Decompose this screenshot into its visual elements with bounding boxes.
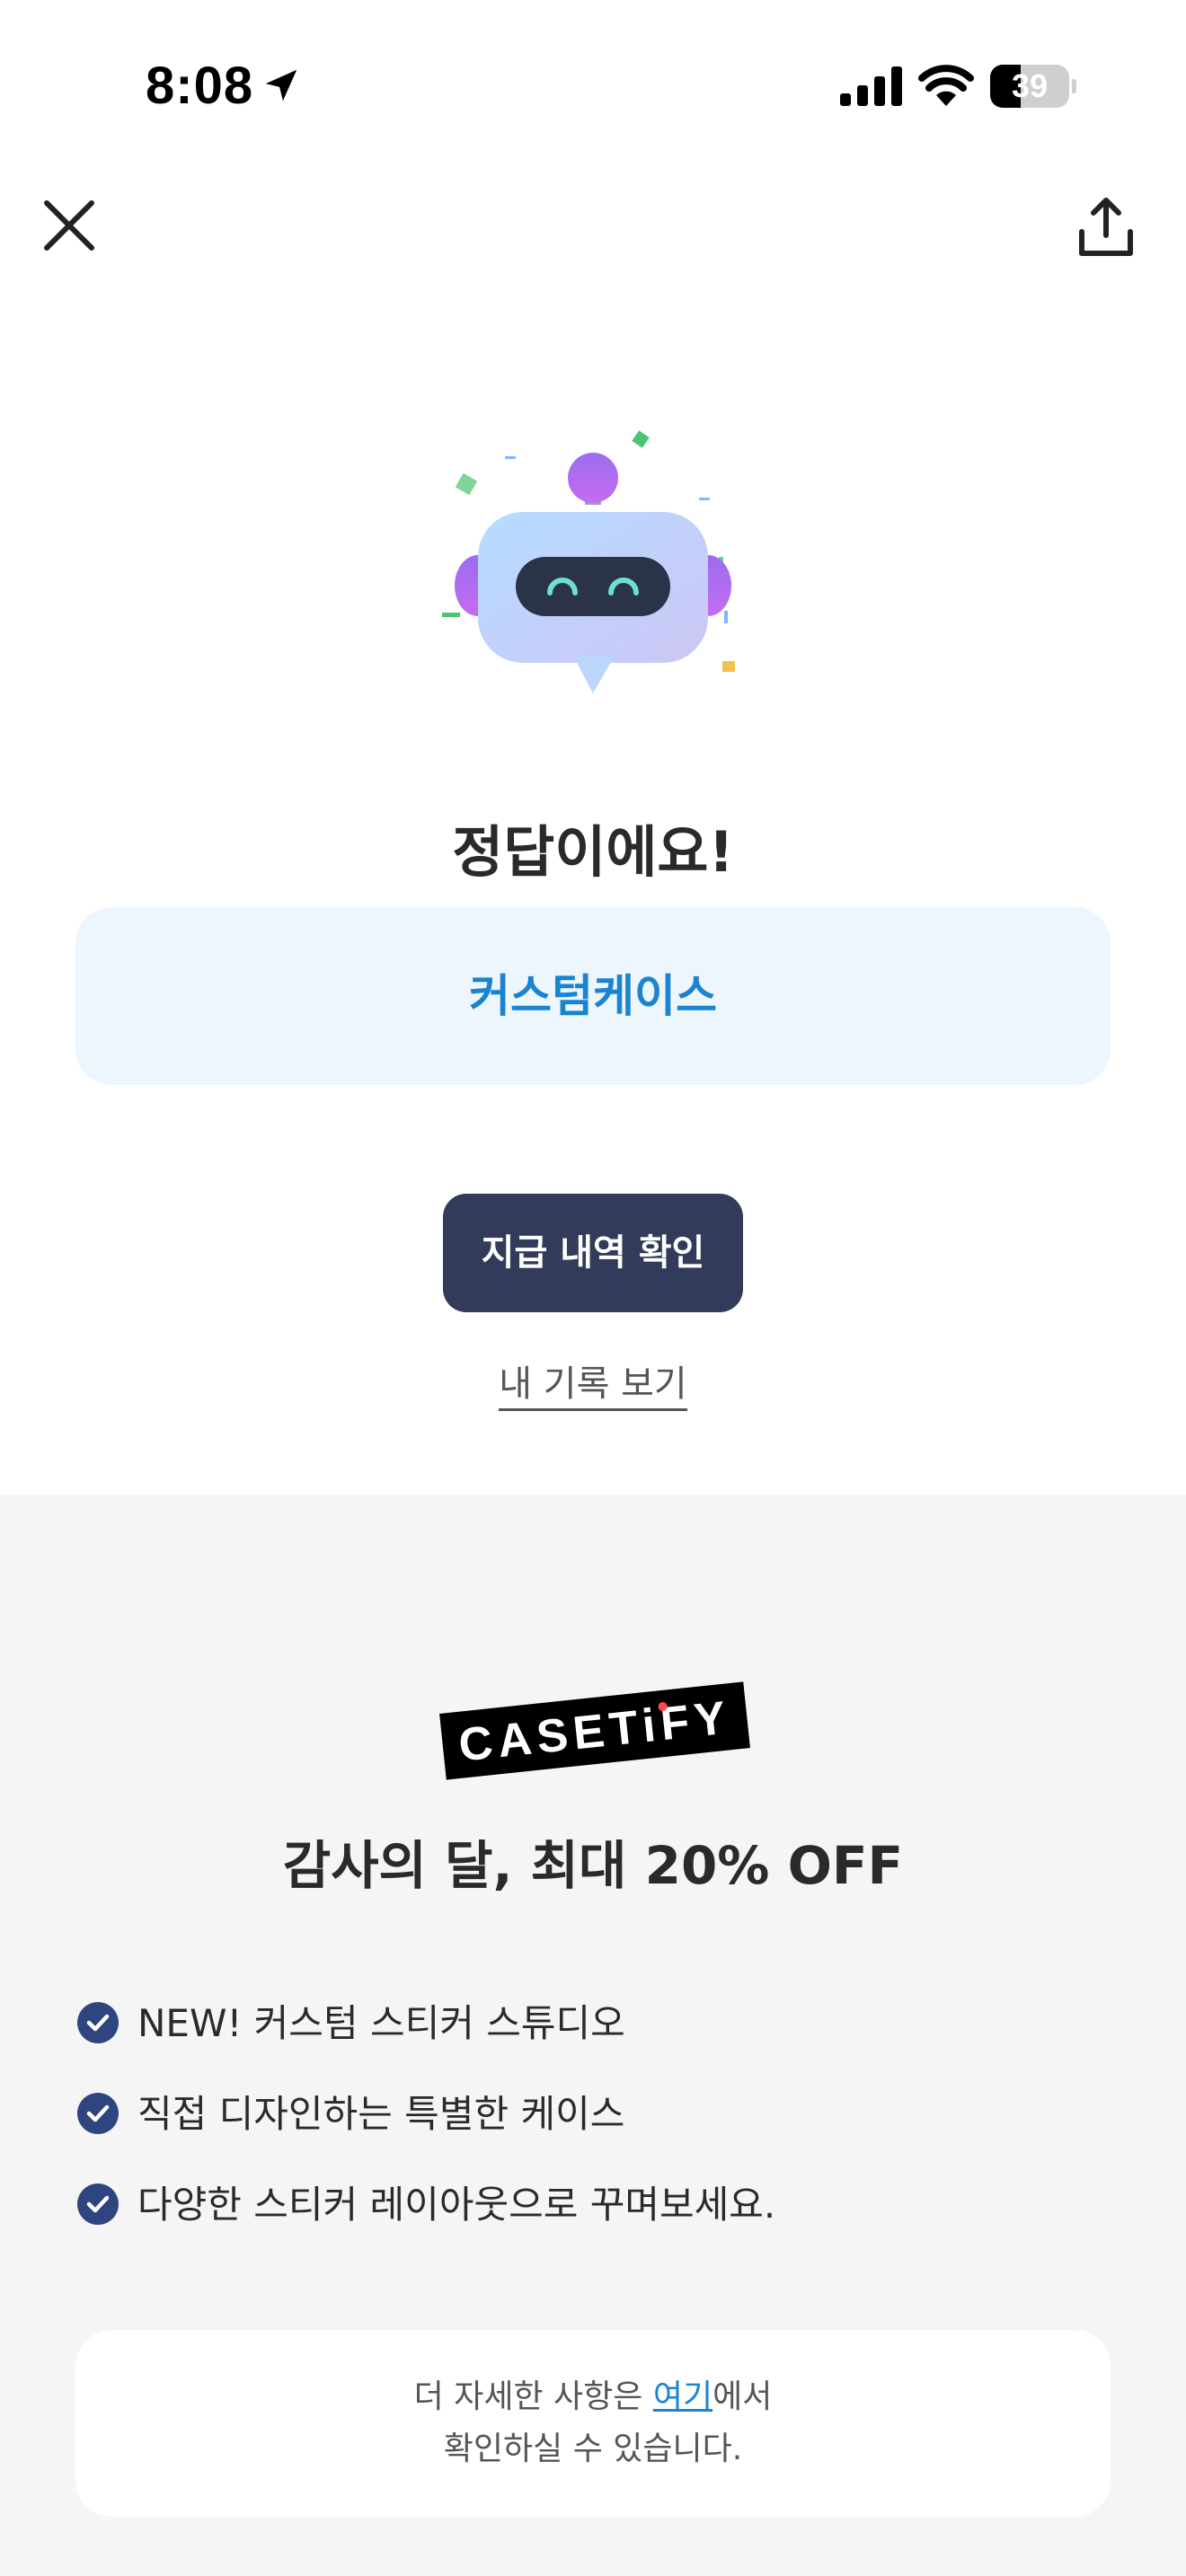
feature-text: 다양한 스티커 레이아웃으로 꾸며보세요. <box>137 2183 776 2227</box>
info-suffix: 에서 <box>712 2378 773 2415</box>
check-circle-icon <box>77 2183 119 2225</box>
check-payment-history-button[interactable]: 지급 내역 확인 <box>443 1194 743 1312</box>
details-link[interactable]: 여기 <box>653 2378 712 2415</box>
status-time: 8:08 <box>146 57 254 115</box>
close-icon[interactable] <box>40 196 99 255</box>
view-my-records-link-wrap: 내 기록 보기 <box>0 1354 1186 1411</box>
cellular-signal-icon <box>840 66 902 106</box>
check-circle-icon <box>77 2002 119 2043</box>
info-card: 더 자세한 사항은 여기에서 확인하실 수 있습니다. <box>75 2330 1111 2517</box>
battery-icon: 39 <box>990 65 1076 108</box>
answer-text: 커스텀케이스 <box>469 970 717 1022</box>
info-line-2: 확인하실 수 있습니다. <box>443 2430 743 2467</box>
status-bar: 8:08 39 <box>0 0 1186 171</box>
info-prefix: 더 자세한 사항은 <box>413 2378 653 2415</box>
battery-level: 39 <box>1011 67 1049 104</box>
location-arrow-icon <box>265 69 297 101</box>
feature-text: 직접 디자인하는 특별한 케이스 <box>137 2092 625 2136</box>
check-circle-icon <box>77 2093 119 2134</box>
promo-title: 감사의 달, 최대 20% OFF <box>282 1835 904 1896</box>
wifi-icon <box>918 65 974 106</box>
robot-mascot-illustration <box>442 430 735 693</box>
result-title: 정답이에요! <box>452 819 734 885</box>
share-icon[interactable] <box>1075 196 1137 259</box>
view-my-records-link[interactable]: 내 기록 보기 <box>499 1363 687 1411</box>
answer-box: 커스텀케이스 <box>75 907 1111 1085</box>
casetify-logo: CASETiFY <box>439 1681 750 1780</box>
feature-text: NEW! 커스텀 스티커 스튜디오 <box>137 2001 625 2045</box>
info-line-1: 더 자세한 사항은 여기에서 <box>75 2330 1111 2423</box>
